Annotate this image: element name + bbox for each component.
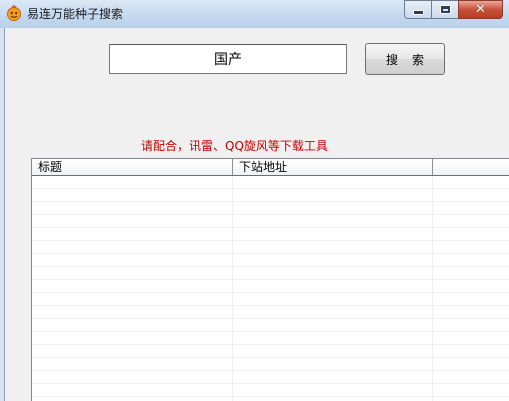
close-button[interactable]: ✕	[458, 0, 503, 19]
column-header-title[interactable]: 标题	[32, 159, 233, 175]
search-input[interactable]	[109, 44, 347, 74]
download-tool-notice: 请配合，讯雷、QQ旋风等下载工具	[141, 139, 328, 153]
column-header-empty[interactable]	[433, 159, 509, 175]
minimize-button[interactable]	[404, 0, 431, 19]
results-list[interactable]: 标题 下站地址	[31, 158, 509, 401]
title-bar: 易连万能种子搜索 ✕	[0, 0, 509, 28]
window-title: 易连万能种子搜索	[27, 7, 124, 21]
main-panel: 搜索 请配合，讯雷、QQ旋风等下载工具 标题 下站地址	[4, 28, 509, 401]
list-body[interactable]	[32, 176, 509, 401]
column-divider	[232, 176, 233, 401]
maximize-button[interactable]	[431, 0, 458, 19]
list-header: 标题 下站地址	[32, 159, 509, 176]
close-icon: ✕	[475, 2, 486, 17]
maximize-icon	[440, 6, 450, 13]
minimize-icon	[413, 11, 423, 14]
column-header-download-url[interactable]: 下站地址	[233, 159, 433, 175]
column-divider	[432, 176, 433, 401]
app-logo-icon	[7, 5, 21, 21]
search-button[interactable]: 搜索	[365, 43, 445, 75]
